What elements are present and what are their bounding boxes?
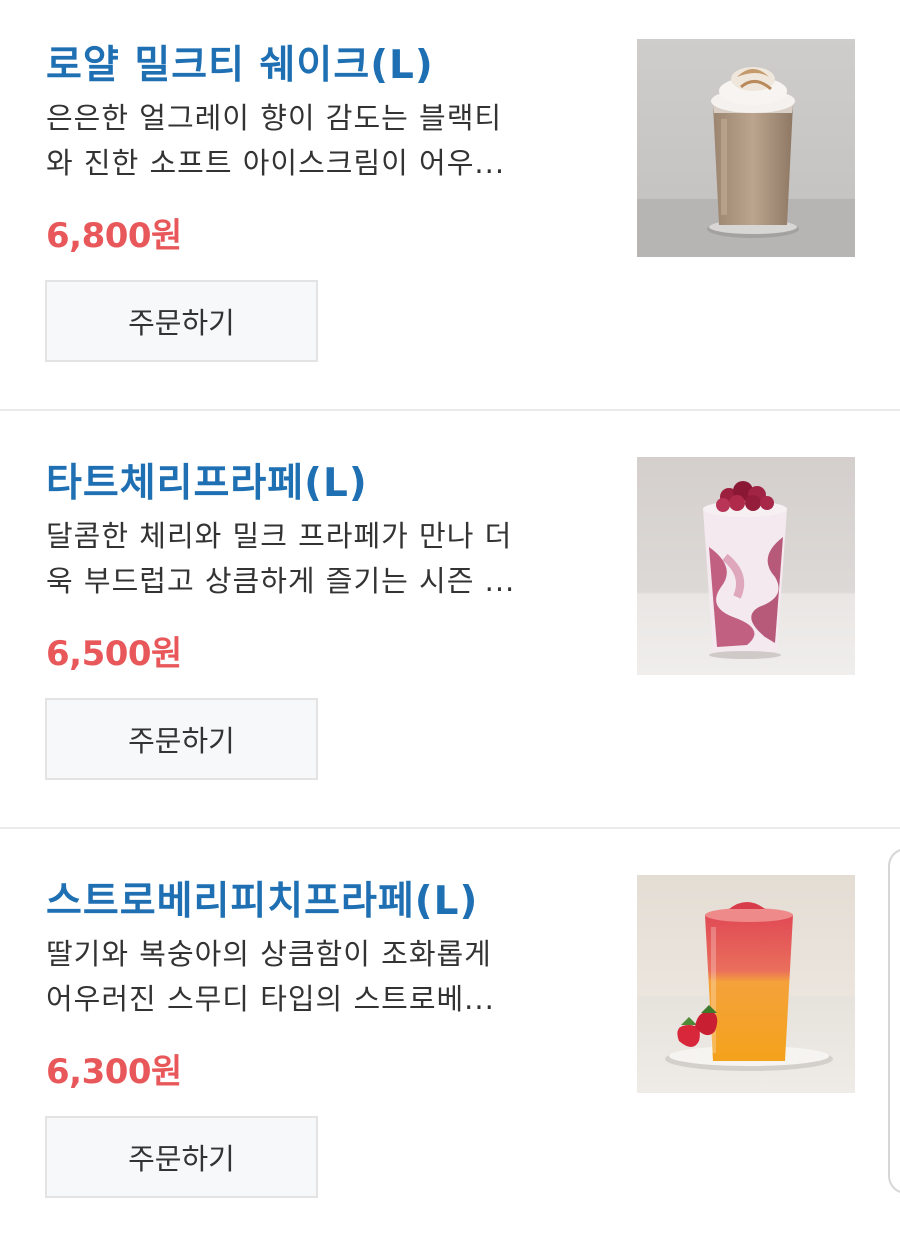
menu-item-strawberry-peach-frappe[interactable]: 스트로베리피치프라페(L) 딸기와 복숭아의 상큼함이 조화롭게 어우러진 스무… — [0, 836, 900, 1239]
description-line: 딸기와 복숭아의 상큼함이 조화롭게 — [46, 937, 492, 971]
menu-item-title[interactable]: 타트체리프라페(L) — [46, 452, 368, 508]
strawberry-peach-frappe-image[interactable] — [637, 875, 855, 1093]
description-line: 달콤한 체리와 밀크 프라페가 만나 더 — [46, 519, 513, 553]
tart-cherry-frappe-image[interactable] — [637, 457, 855, 675]
menu-item-description: 달콤한 체리와 밀크 프라페가 만나 더 욱 부드럽고 상큼하게 즐기는 시즌 … — [46, 514, 594, 604]
menu-item-price: 6,800원 — [46, 216, 182, 256]
menu-item-tart-cherry-frappe[interactable]: 타트체리프라페(L) 달콤한 체리와 밀크 프라페가 만나 더 욱 부드럽고 상… — [0, 418, 900, 836]
description-line: 어우러진 스무디 타입의 스트로베... — [46, 982, 495, 1016]
description-line: 은은한 얼그레이 향이 감도는 블랙티 — [46, 101, 503, 135]
menu-item-royal-milk-tea-shake[interactable]: 로얄 밀크티 쉐이크(L) 은은한 얼그레이 향이 감도는 블랙티 와 진한 소… — [0, 0, 900, 418]
menu-item-description: 은은한 얼그레이 향이 감도는 블랙티 와 진한 소프트 아이스크림이 어우..… — [46, 96, 594, 186]
scroll-handle[interactable] — [888, 848, 900, 1194]
royal-milk-tea-shake-image[interactable] — [637, 39, 855, 257]
description-line: 와 진한 소프트 아이스크림이 어우... — [46, 146, 506, 180]
description-line: 욱 부드럽고 상큼하게 즐기는 시즌 ... — [46, 564, 516, 598]
item-divider — [0, 409, 900, 411]
menu-item-price: 6,300원 — [46, 1052, 182, 1092]
order-button[interactable]: 주문하기 — [45, 1116, 318, 1198]
menu-list: 로얄 밀크티 쉐이크(L) 은은한 얼그레이 향이 감도는 블랙티 와 진한 소… — [0, 0, 900, 1239]
menu-item-price: 6,500원 — [46, 634, 182, 674]
menu-item-title[interactable]: 스트로베리피치프라페(L) — [46, 870, 478, 926]
menu-item-description: 딸기와 복숭아의 상큼함이 조화롭게 어우러진 스무디 타입의 스트로베... — [46, 932, 594, 1022]
order-button[interactable]: 주문하기 — [45, 280, 318, 362]
menu-item-title[interactable]: 로얄 밀크티 쉐이크(L) — [46, 34, 434, 90]
order-button[interactable]: 주문하기 — [45, 698, 318, 780]
item-divider — [0, 827, 900, 829]
